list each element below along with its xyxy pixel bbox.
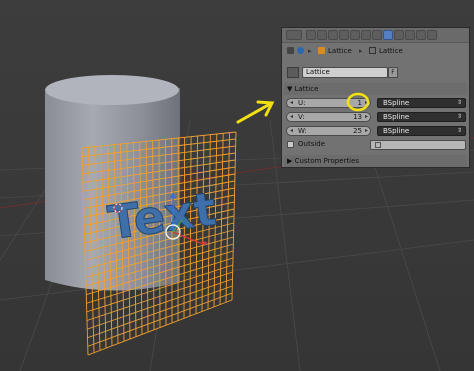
pin-icon[interactable]	[287, 47, 294, 54]
custom-properties-title: Custom Properties	[294, 157, 360, 165]
editor-type-button[interactable]	[286, 30, 302, 40]
w-value: 25	[353, 127, 362, 135]
properties-panel[interactable]: ▸ Lattice ▸ Lattice Lattice F ▼ Lattice …	[281, 27, 470, 168]
decrement-arrow-icon[interactable]: ◂	[290, 113, 293, 121]
decrement-arrow-icon[interactable]: ◂	[290, 127, 293, 135]
u-label: U:	[298, 99, 306, 107]
breadcrumb-data: Lattice	[379, 47, 403, 55]
fake-user-button[interactable]: F	[388, 67, 398, 78]
render-icon[interactable]	[306, 30, 316, 40]
object-icon[interactable]	[350, 30, 360, 40]
updown-icon: ⇕	[456, 127, 462, 134]
outside-checkbox[interactable]	[287, 141, 294, 148]
lattice-browse-icon[interactable]	[287, 67, 299, 78]
v-interpolation-value: BSpline	[383, 113, 410, 121]
expand-triangle-icon: ▼	[287, 85, 295, 93]
updown-icon: ⇕	[456, 113, 462, 120]
lattice-data-icon	[369, 47, 376, 54]
constraints-icon[interactable]	[361, 30, 371, 40]
custom-properties-header[interactable]: ▶ Custom Properties	[284, 155, 467, 167]
lattice-object-icon	[318, 47, 325, 54]
scene-icon[interactable]	[328, 30, 338, 40]
data-icon[interactable]	[383, 30, 393, 40]
breadcrumb-separator-2: ▸	[359, 47, 363, 55]
v-interpolation-select[interactable]: BSpline ⇕	[377, 112, 466, 122]
u-interpolation-value: BSpline	[383, 99, 410, 107]
scene-small-icon	[297, 47, 304, 54]
u-points-field[interactable]: ◂ U: 1 ▸	[286, 98, 371, 108]
decrement-arrow-icon[interactable]: ◂	[290, 99, 293, 107]
increment-arrow-icon[interactable]: ▸	[365, 99, 368, 107]
vertex-group-field[interactable]	[370, 140, 466, 150]
outside-label: Outside	[298, 140, 326, 148]
lattice-panel-title: Lattice	[294, 85, 319, 93]
increment-arrow-icon[interactable]: ▸	[365, 113, 368, 121]
datablock-row: Lattice F	[282, 64, 469, 80]
w-points-field[interactable]: ◂ W: 25 ▸	[286, 126, 371, 136]
texture-icon[interactable]	[405, 30, 415, 40]
u-value: 1	[357, 99, 362, 107]
lattice-panel-header[interactable]: ▼ Lattice	[284, 83, 467, 95]
breadcrumb-object: Lattice	[328, 47, 352, 55]
w-interpolation-select[interactable]: BSpline ⇕	[377, 126, 466, 136]
v-label: V:	[298, 113, 305, 121]
world-icon[interactable]	[339, 30, 349, 40]
breadcrumb: ▸ Lattice ▸ Lattice	[282, 44, 469, 60]
collapse-triangle-icon: ▶	[287, 157, 295, 165]
w-label: W:	[298, 127, 307, 135]
v-value: 13	[353, 113, 362, 121]
vertex-group-icon	[375, 142, 381, 148]
properties-tabs-bar	[282, 28, 469, 43]
w-interpolation-value: BSpline	[383, 127, 410, 135]
datablock-name-field[interactable]: Lattice	[302, 67, 388, 78]
material-icon[interactable]	[394, 30, 404, 40]
particles-icon[interactable]	[416, 30, 426, 40]
u-interpolation-select[interactable]: BSpline ⇕	[377, 98, 466, 108]
physics-icon[interactable]	[427, 30, 437, 40]
render-layers-icon[interactable]	[317, 30, 327, 40]
v-points-field[interactable]: ◂ V: 13 ▸	[286, 112, 371, 122]
increment-arrow-icon[interactable]: ▸	[365, 127, 368, 135]
breadcrumb-separator: ▸	[308, 47, 312, 55]
modifiers-icon[interactable]	[372, 30, 382, 40]
updown-icon: ⇕	[456, 99, 462, 106]
